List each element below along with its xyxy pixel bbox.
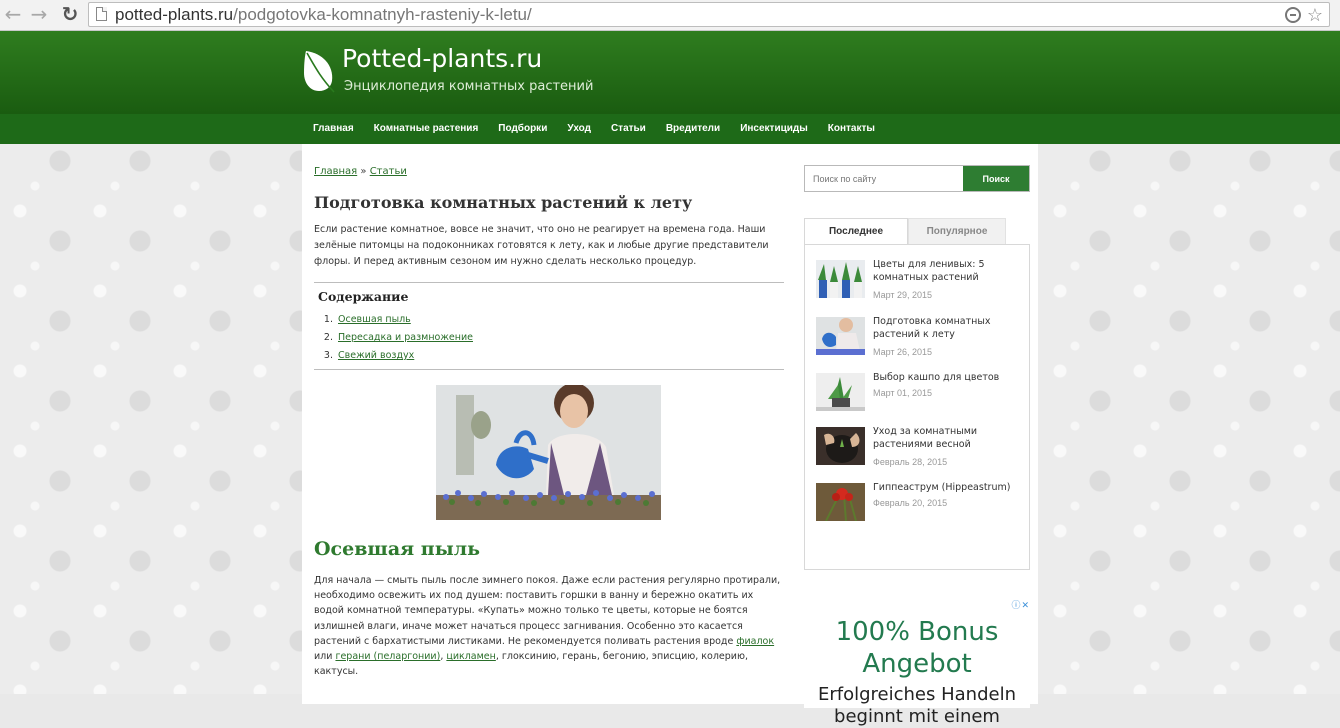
post-title[interactable]: Подготовка комнатных растений к лету xyxy=(873,315,1025,341)
search-form: Поиск xyxy=(804,165,1030,192)
table-of-contents: Содержание Осевшая пыль Пересадка и разм… xyxy=(314,282,784,370)
breadcrumb-separator: » xyxy=(360,166,367,177)
content-area: Главная » Статьи Подготовка комнатных ра… xyxy=(302,144,1038,727)
post-thumbnail xyxy=(816,260,865,298)
zoom-icon[interactable] xyxy=(1284,7,1301,23)
link-geranium[interactable]: герани (пеларгонии) xyxy=(335,651,440,662)
list-item[interactable]: Выбор кашпо для цветов Март 01, 2015 xyxy=(816,371,1026,413)
section-title-dust: Осевшая пыль xyxy=(314,538,481,560)
post-thumbnail xyxy=(816,483,865,521)
breadcrumb-home-link[interactable]: Главная xyxy=(314,166,357,177)
post-title[interactable]: Уход за комнатными растениями весной xyxy=(873,425,1025,451)
paragraph-text: или xyxy=(314,651,336,663)
toc-link-dust[interactable]: Осевшая пыль xyxy=(338,314,411,325)
forward-arrow-icon[interactable]: → xyxy=(28,3,50,25)
menu-item-home[interactable]: Главная xyxy=(303,114,364,144)
post-title[interactable]: Гиппеаструм (Hippeastrum) xyxy=(873,481,1025,494)
site-subtitle: Энциклопедия комнатных растений xyxy=(344,79,594,94)
post-date: Март 29, 2015 xyxy=(873,290,933,300)
ad-choices-icon[interactable]: ⓘ✕ xyxy=(1011,598,1030,611)
ad-headline-line-2: Angebot xyxy=(862,649,972,679)
woman-watering-plants-image xyxy=(436,385,661,520)
menu-item-plants[interactable]: Комнатные растения xyxy=(364,114,489,144)
menu-item-care[interactable]: Уход xyxy=(557,114,601,144)
ad-headline-line-1: 100% Bonus xyxy=(835,617,999,647)
list-item[interactable]: Цветы для ленивых: 5 комнатных растений … xyxy=(816,258,1026,300)
menu-item-pests[interactable]: Вредители xyxy=(656,114,730,144)
site-title[interactable]: Potted-plants.ru xyxy=(342,44,542,73)
post-thumbnail xyxy=(816,317,865,355)
toc-item: Осевшая пыль xyxy=(336,311,473,329)
article-hero-image xyxy=(436,385,661,520)
page-icon xyxy=(96,7,107,21)
address-bar[interactable]: potted-plants.ru/podgotovka-komnatnyh-ra… xyxy=(88,2,1330,27)
menu-item-articles[interactable]: Статьи xyxy=(601,114,656,144)
url-path: /podgotovka-komnatnyh-rasteniy-k-letu/ xyxy=(233,5,532,24)
search-button[interactable]: Поиск xyxy=(963,166,1029,191)
toc-title: Содержание xyxy=(318,289,409,304)
tab-recent[interactable]: Последнее xyxy=(804,218,908,244)
page-background: Potted-plants.ru Энциклопедия комнатных … xyxy=(0,31,1340,727)
back-arrow-icon[interactable]: ← xyxy=(2,3,24,25)
leaf-logo-icon[interactable] xyxy=(302,47,336,93)
breadcrumb-articles-link[interactable]: Статьи xyxy=(370,166,407,177)
article-title: Подготовка комнатных растений к лету xyxy=(314,193,693,212)
recent-posts-list: Цветы для ленивых: 5 комнатных растений … xyxy=(804,244,1030,570)
bookmark-star-icon[interactable]: ☆ xyxy=(1307,5,1323,25)
link-cyclamen[interactable]: цикламен xyxy=(446,651,496,662)
main-menu: Главная Комнатные растения Подборки Уход… xyxy=(0,114,1340,144)
post-thumbnail xyxy=(816,427,865,465)
menu-item-collections[interactable]: Подборки xyxy=(488,114,557,144)
reload-icon[interactable]: ↻ xyxy=(59,3,81,25)
paragraph-text: Для начала — смыть пыль после зимнего по… xyxy=(314,575,781,647)
article-intro: Если растение комнатное, вовсе не значит… xyxy=(314,224,769,267)
post-title[interactable]: Цветы для ленивых: 5 комнатных растений xyxy=(873,258,1025,284)
menu-item-insecticides[interactable]: Инсектициды xyxy=(730,114,818,144)
site-header: Potted-plants.ru Энциклопедия комнатных … xyxy=(0,31,1340,114)
list-item[interactable]: Гиппеаструм (Hippeastrum) Февраль 20, 20… xyxy=(816,481,1026,523)
post-title[interactable]: Выбор кашпо для цветов xyxy=(873,371,1025,384)
post-date: Март 26, 2015 xyxy=(873,347,933,357)
ad-text[interactable]: Erfolgreiches Handeln beginnt mit einem xyxy=(804,684,1030,728)
post-date: Март 01, 2015 xyxy=(873,388,933,398)
post-thumbnail xyxy=(816,373,865,411)
breadcrumb: Главная » Статьи xyxy=(314,166,407,177)
toc-item: Свежий воздух xyxy=(336,347,473,365)
link-violets[interactable]: фиалок xyxy=(736,636,774,647)
ad-text-line-2: beginnt mit einem xyxy=(834,706,1000,727)
advertisement[interactable]: ⓘ✕ 100% Bonus Angebot Erfolgreiches Hand… xyxy=(804,598,1030,727)
browser-toolbar: ← → ↻ potted-plants.ru/podgotovka-komnat… xyxy=(0,0,1340,31)
ad-text-line-1: Erfolgreiches Handeln xyxy=(818,684,1016,705)
search-input[interactable] xyxy=(805,166,963,191)
list-item[interactable]: Подготовка комнатных растений к лету Мар… xyxy=(816,315,1026,357)
post-date: Февраль 28, 2015 xyxy=(873,457,948,467)
toc-link-repotting[interactable]: Пересадка и размножение xyxy=(338,332,473,343)
url-host: potted-plants.ru xyxy=(115,5,234,24)
tab-popular[interactable]: Популярное xyxy=(908,218,1006,244)
article-paragraph: Для начала — смыть пыль после зимнего по… xyxy=(314,573,786,679)
ad-headline[interactable]: 100% Bonus Angebot xyxy=(804,616,1030,680)
list-item[interactable]: Уход за комнатными растениями весной Фев… xyxy=(816,425,1026,467)
menu-item-contacts[interactable]: Контакты xyxy=(818,114,885,144)
post-date: Февраль 20, 2015 xyxy=(873,498,948,508)
toc-link-fresh-air[interactable]: Свежий воздух xyxy=(338,350,414,361)
sidebar-tabs: Последнее Популярное xyxy=(804,218,1030,244)
toc-item: Пересадка и размножение xyxy=(336,329,473,347)
